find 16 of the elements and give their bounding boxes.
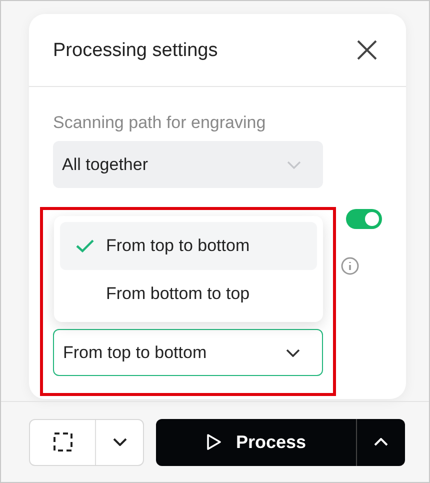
check-icon xyxy=(76,239,94,253)
info-icon xyxy=(341,256,359,274)
scanning-path-select[interactable]: All together xyxy=(53,141,323,188)
close-icon[interactable] xyxy=(356,39,378,61)
chevron-down-icon xyxy=(287,160,301,168)
chevron-up-icon xyxy=(374,438,388,446)
chevron-down-icon xyxy=(286,348,300,356)
toggle-switch[interactable] xyxy=(346,209,382,229)
dashed-square-icon xyxy=(52,432,72,452)
direction-select[interactable]: From top to bottom xyxy=(53,329,323,376)
play-icon xyxy=(206,433,222,451)
panel-title: Processing settings xyxy=(53,40,218,62)
chevron-down-icon xyxy=(112,438,126,446)
field-label: Scanning path for engraving xyxy=(53,113,267,133)
menu-option[interactable]: From top to bottom xyxy=(60,222,317,270)
menu-option[interactable]: From bottom to top xyxy=(60,270,317,318)
